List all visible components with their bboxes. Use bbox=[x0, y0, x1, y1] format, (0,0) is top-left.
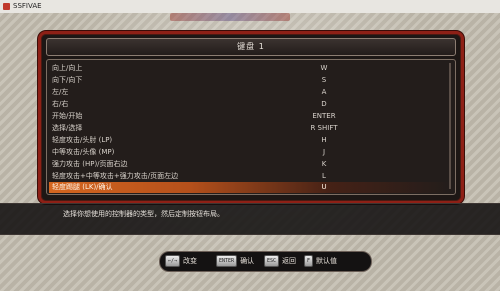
top-logo-banner bbox=[170, 13, 290, 21]
binding-action: 中等攻击/头像 (MP) bbox=[52, 148, 115, 156]
esc-key-icon: ESC bbox=[264, 255, 280, 267]
binding-key: J bbox=[322, 148, 326, 156]
binding-key: S bbox=[321, 76, 327, 84]
binding-action: 开始/开始 bbox=[52, 112, 83, 120]
window-title: SSFIVAE bbox=[13, 2, 42, 10]
window-title-bar: SSFIVAE bbox=[0, 0, 500, 14]
binding-key: H bbox=[321, 136, 327, 144]
default-control[interactable]: F 默认值 bbox=[304, 255, 337, 267]
change-label: 改变 bbox=[183, 257, 198, 265]
binding-key: A bbox=[321, 88, 327, 96]
default-label: 默认值 bbox=[316, 257, 338, 265]
binding-key: W bbox=[320, 64, 328, 72]
binding-row-mp[interactable]: 中等攻击/头像 (MP) J bbox=[49, 147, 451, 158]
binding-action: 选择/选择 bbox=[52, 124, 83, 132]
binding-row-up[interactable]: 向上/向上 W bbox=[49, 63, 451, 74]
binding-row-start[interactable]: 开始/开始 ENTER bbox=[49, 111, 451, 122]
binding-row-lk[interactable]: 轻度踢腿 (LK)/确认 U bbox=[49, 182, 451, 193]
binding-row-3p[interactable]: 轻度攻击+中等攻击+强力攻击/页面左边 L bbox=[49, 171, 451, 182]
binding-action: 轻度攻击+中等攻击+强力攻击/页面左边 bbox=[52, 172, 179, 180]
binding-key: K bbox=[321, 160, 327, 168]
binding-key: U bbox=[321, 183, 327, 191]
binding-key: ENTER bbox=[312, 112, 336, 120]
binding-key: L bbox=[322, 172, 326, 180]
binding-row-select[interactable]: 选择/选择 R SHIFT bbox=[49, 123, 451, 134]
binding-action: 向下/向下 bbox=[52, 76, 83, 84]
binding-key: D bbox=[321, 100, 327, 108]
binding-row-lp[interactable]: 轻度攻击/头肘 (LP) H bbox=[49, 135, 451, 146]
binding-list: 向上/向上 W 向下/向下 S 左/左 A 右/右 D 开始/开始 ENTER … bbox=[46, 59, 456, 195]
binding-action: 轻度踢腿 (LK)/确认 bbox=[52, 183, 113, 191]
binding-action: 向上/向上 bbox=[52, 64, 83, 72]
keyboard-config-panel: 键盘 1 向上/向上 W 向下/向下 S 左/左 A 右/右 D 开始/开始 E… bbox=[38, 31, 464, 204]
app-icon bbox=[3, 3, 10, 10]
help-bar: 选择你想使用的控制器的类型，然后定制按钮布局。 bbox=[0, 203, 500, 235]
binding-action: 右/右 bbox=[52, 100, 69, 108]
binding-key: R SHIFT bbox=[310, 124, 338, 132]
binding-action: 轻度攻击/头肘 (LP) bbox=[52, 136, 113, 144]
binding-action: 强力攻击 (HP)/页面右边 bbox=[52, 160, 128, 168]
binding-row-right[interactable]: 右/右 D bbox=[49, 99, 451, 110]
back-control[interactable]: ESC 返回 bbox=[264, 255, 296, 267]
confirm-label: 确认 bbox=[240, 257, 255, 265]
binding-row-left[interactable]: 左/左 A bbox=[49, 87, 451, 98]
control-hints: ←/→ 改变 ENTER 确认 ESC 返回 F 默认值 bbox=[159, 251, 372, 272]
back-label: 返回 bbox=[282, 257, 297, 265]
confirm-control[interactable]: ENTER 确认 bbox=[216, 255, 254, 267]
scrollbar[interactable] bbox=[449, 63, 451, 189]
binding-row-hp[interactable]: 强力攻击 (HP)/页面右边 K bbox=[49, 159, 451, 170]
f-key-icon: F bbox=[304, 255, 314, 267]
panel-title: 键盘 1 bbox=[46, 38, 456, 56]
change-control[interactable]: ←/→ 改变 bbox=[165, 255, 197, 267]
arrow-keys-icon: ←/→ bbox=[165, 255, 181, 267]
binding-row-down[interactable]: 向下/向下 S bbox=[49, 75, 451, 86]
enter-key-icon: ENTER bbox=[216, 255, 238, 267]
binding-action: 左/左 bbox=[52, 88, 69, 96]
help-text: 选择你想使用的控制器的类型，然后定制按钮布局。 bbox=[63, 210, 224, 218]
